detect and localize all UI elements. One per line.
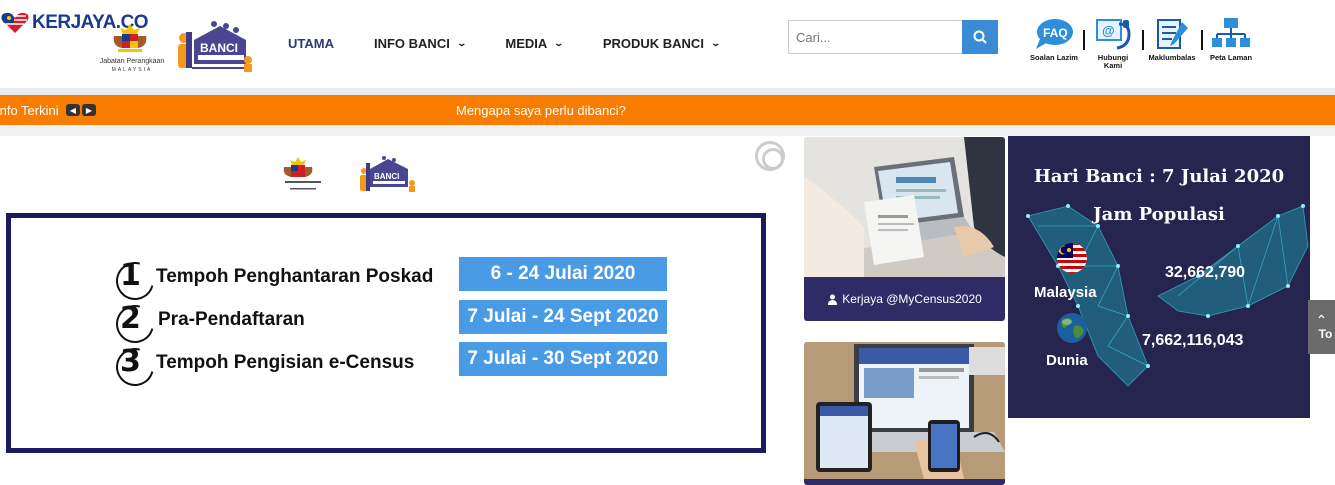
step-number: 1 — [116, 258, 154, 296]
malaysia-label: Malaysia — [1034, 284, 1097, 301]
card-image — [804, 342, 1005, 479]
malaysia-flag-icon — [1057, 243, 1087, 273]
divider — [1083, 30, 1085, 50]
arrow-right-icon[interactable]: ▶ — [82, 104, 96, 116]
chevron-down-icon: ⌄ — [710, 38, 721, 48]
search-button[interactable] — [962, 20, 998, 54]
dosm-logo[interactable]: Jabatan Perangkaan MALAYSIA — [92, 22, 172, 74]
chevron-up-icon: ⌃ — [1315, 312, 1328, 328]
sitemap-icon — [1211, 16, 1251, 52]
card-image — [804, 137, 1005, 277]
world-label: Dunia — [1046, 352, 1088, 369]
chevron-down-icon: ⌄ — [456, 38, 467, 48]
nav-item-info-banci[interactable]: INFO BANCI ⌄ — [373, 36, 467, 51]
contact-icon: @ — [1093, 16, 1133, 52]
ticker-controls: ◀ ▶ — [66, 104, 96, 116]
divider — [1142, 30, 1144, 50]
svg-text:FAQ: FAQ — [1043, 26, 1068, 40]
user-icon — [828, 294, 838, 305]
search-bar — [788, 20, 998, 54]
arrow-left-icon[interactable]: ◀ — [66, 104, 80, 116]
quick-link-faq[interactable]: FAQ Soalan Lazim — [1030, 16, 1078, 70]
banner-logos: BANCI — [272, 155, 432, 203]
step-date: 7 Julai - 24 Sept 2020 — [459, 300, 667, 334]
world-population: 7,662,116,043 — [1142, 332, 1244, 349]
nav-item-label: INFO BANCI — [373, 36, 450, 51]
quick-link-sitemap[interactable]: Peta Laman — [1207, 16, 1255, 70]
search-icon — [973, 30, 987, 44]
nav-item-label: MEDIA — [505, 36, 548, 51]
faq-icon: FAQ — [1034, 16, 1074, 52]
nav-item-utama[interactable]: UTAMA — [288, 36, 334, 51]
quick-link-contact[interactable]: @ Hubungi Kami — [1089, 16, 1137, 70]
heart-flag-icon — [0, 12, 30, 34]
globe-icon — [1057, 313, 1087, 343]
quick-link-label: Peta Laman — [1209, 53, 1253, 62]
quick-link-label: Maklumbalas — [1148, 53, 1196, 62]
malaysia-crest-icon — [113, 24, 147, 52]
search-input[interactable] — [788, 20, 962, 54]
svg-text:@: @ — [1102, 23, 1115, 38]
dosm-country: MALAYSIA — [111, 67, 153, 73]
nav-item-label: PRODUK BANCI — [602, 36, 704, 51]
step-title: Pra-Pendaftaran — [158, 309, 305, 330]
quick-link-label: Soalan Lazim — [1030, 53, 1078, 62]
site-header: KERJAYA.CO Jabatan Perangkaan MALAYSIA B… — [0, 0, 1335, 88]
nav-item-media[interactable]: MEDIA ⌄ — [505, 36, 565, 51]
news-ticker: Info Terkini ◀ ▶ Mengapa saya perlu diba… — [0, 95, 1335, 125]
back-to-top-button[interactable]: ⌃ To — [1308, 300, 1335, 354]
step-number: 2 — [116, 301, 154, 339]
population-clock-title: Jam Populasi — [1093, 204, 1225, 225]
card-caption-bar — [804, 479, 1005, 485]
dosm-name: Jabatan Perangkaan — [99, 58, 165, 65]
quick-links: FAQ Soalan Lazim @ Hubungi Kami Maklumba… — [1030, 16, 1266, 70]
nav-item-label: UTAMA — [288, 36, 334, 51]
step-title: Tempoh Penghantaran Poskad — [156, 266, 434, 287]
back-to-top-label: To — [1318, 327, 1333, 341]
schedule-step: 2 Pra-Pendaftaran — [116, 301, 305, 339]
census-day-title: Hari Banci : 7 Julai 2020 — [1033, 166, 1285, 187]
step-number: 3 — [116, 344, 154, 382]
divider — [1201, 30, 1203, 50]
nav-item-produk-banci[interactable]: PRODUK BANCI ⌄ — [602, 36, 721, 51]
step-date: 7 Julai - 30 Sept 2020 — [459, 342, 667, 376]
svg-text:BANCI: BANCI — [200, 41, 238, 55]
main-nav: UTAMA INFO BANCI ⌄ MEDIA ⌄ PRODUK BANCI … — [288, 36, 759, 51]
card-caption-text: Kerjaya @MyCensus2020 — [842, 292, 982, 306]
malaysia-population: 32,662,790 — [1165, 264, 1246, 281]
card-caption[interactable]: Kerjaya @MyCensus2020 — [804, 277, 1005, 321]
feedback-icon — [1152, 16, 1192, 52]
chevron-down-icon: ⌄ — [553, 38, 565, 48]
ticker-message-link[interactable]: Mengapa saya perlu dibanci? — [456, 103, 626, 118]
section-divider — [0, 125, 1335, 136]
news-card[interactable]: Kerjaya @MyCensus2020 — [804, 137, 1005, 321]
slider-indicator-icon[interactable] — [755, 141, 785, 171]
news-card[interactable] — [804, 342, 1005, 485]
svg-text:BANCI: BANCI — [374, 172, 399, 181]
header-divider — [0, 88, 1335, 95]
population-clock: Hari Banci : 7 Julai 2020 Jam Populasi M… — [1008, 136, 1310, 418]
banci-logo[interactable]: BANCI — [172, 20, 254, 74]
ticker-label: Info Terkini — [0, 103, 59, 118]
step-date: 6 - 24 Julai 2020 — [459, 257, 667, 291]
schedule-step: 1 Tempoh Penghantaran Poskad — [116, 258, 433, 296]
step-title: Tempoh Pengisian e-Census — [156, 352, 415, 373]
schedule-step: 3 Tempoh Pengisian e-Census — [116, 344, 414, 382]
quick-link-label: Hubungi Kami — [1097, 53, 1129, 70]
quick-link-feedback[interactable]: Maklumbalas — [1148, 16, 1196, 70]
